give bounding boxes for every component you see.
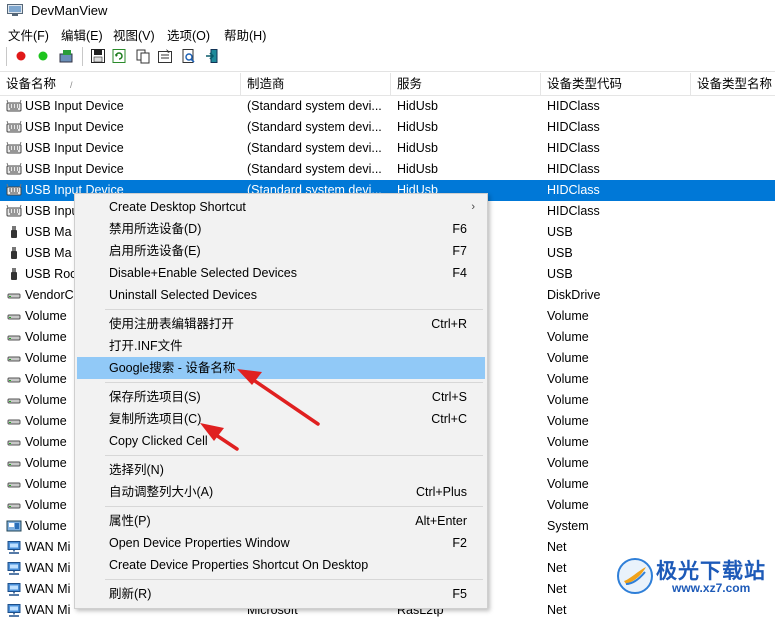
annotation-arrows [200, 369, 320, 451]
watermark-url: www.xz7.com [672, 581, 751, 595]
annotation-arrow-icon [237, 369, 320, 426]
watermark-logo-icon [617, 558, 653, 594]
watermark: 极光下载站 www.xz7.com [612, 553, 772, 599]
annotation-arrow-icon [200, 423, 239, 451]
